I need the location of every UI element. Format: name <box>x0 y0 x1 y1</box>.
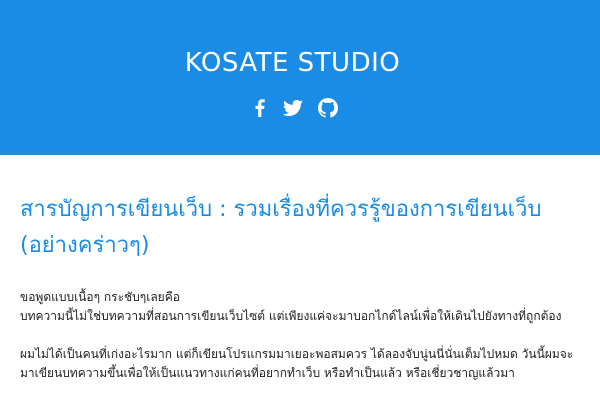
twitter-icon[interactable] <box>281 96 305 120</box>
social-links <box>248 96 348 124</box>
article-paragraph: ผมไม่ได้เป็นคนที่เก่งอะไรมาก แต่ก็เขียนโ… <box>20 347 574 380</box>
article: สารบัญการเขียนเว็บ : รวมเรื่องที่ควรรู้ข… <box>20 192 580 383</box>
facebook-icon[interactable] <box>248 96 272 120</box>
github-icon[interactable] <box>316 96 340 120</box>
site-header: KOSATE STUDIO <box>0 0 600 155</box>
article-paragraph: ขอพูดแบบเนื้อๆ กระชับๆเลยคือ บทความนี้ไม… <box>20 290 562 323</box>
article-title: สารบัญการเขียนเว็บ : รวมเรื่องที่ควรรู้ข… <box>20 197 542 258</box>
site-title[interactable]: KOSATE STUDIO <box>0 46 585 80</box>
